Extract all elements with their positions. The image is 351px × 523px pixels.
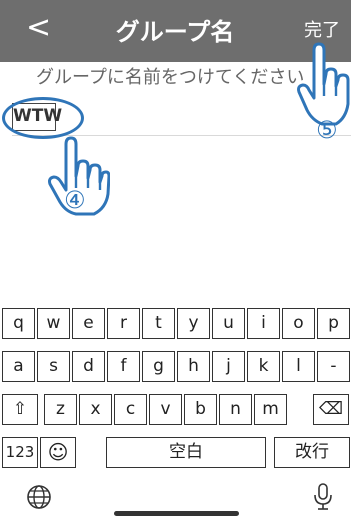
key-g[interactable]: g <box>142 351 175 382</box>
key-t[interactable]: t <box>142 308 175 339</box>
space-key[interactable]: 空白 <box>106 437 266 468</box>
key-d[interactable]: d <box>72 351 105 382</box>
highlight-oval <box>2 97 84 139</box>
done-button[interactable]: 完了 <box>304 18 340 44</box>
home-indicator <box>114 511 239 516</box>
key-r[interactable]: r <box>107 308 140 339</box>
delete-key[interactable]: ⌫ <box>313 394 349 425</box>
back-button[interactable]: < <box>26 8 56 48</box>
key-j[interactable]: j <box>212 351 245 382</box>
key-x[interactable]: x <box>79 394 112 425</box>
emoji-key[interactable]: ☺ <box>40 437 76 468</box>
key-s[interactable]: s <box>37 351 70 382</box>
key-w[interactable]: w <box>37 308 70 339</box>
pointing-hand-icon <box>297 42 350 126</box>
key-e[interactable]: e <box>72 308 105 339</box>
key-q[interactable]: q <box>2 308 35 339</box>
key-v[interactable]: v <box>149 394 182 425</box>
key-a[interactable]: a <box>2 351 35 382</box>
globe-icon[interactable] <box>26 484 52 510</box>
software-keyboard: q w e r t y u i o p a s d f g h j k l - … <box>0 308 351 523</box>
key-z[interactable]: z <box>44 394 77 425</box>
key-p[interactable]: p <box>317 308 350 339</box>
key-o[interactable]: o <box>282 308 315 339</box>
key-f[interactable]: f <box>107 351 140 382</box>
microphone-icon[interactable] <box>312 482 334 512</box>
step-5-badge: ⑤ <box>316 116 338 144</box>
numbers-key[interactable]: 123 <box>2 437 38 468</box>
shift-key[interactable]: ⇧ <box>2 394 38 425</box>
key-c[interactable]: c <box>114 394 147 425</box>
key-h[interactable]: h <box>177 351 210 382</box>
key-b[interactable]: b <box>184 394 217 425</box>
return-key[interactable]: 改行 <box>274 437 350 468</box>
step-4-badge: ④ <box>64 186 86 214</box>
key-i[interactable]: i <box>247 308 280 339</box>
key-n[interactable]: n <box>219 394 252 425</box>
key-m[interactable]: m <box>254 394 287 425</box>
key-l[interactable]: l <box>282 351 315 382</box>
page-title: グループ名 <box>115 18 235 46</box>
key-hyphen[interactable]: - <box>317 351 350 382</box>
name-prompt: グループに名前をつけてください <box>36 67 305 88</box>
key-k[interactable]: k <box>247 351 280 382</box>
key-y[interactable]: y <box>177 308 210 339</box>
key-u[interactable]: u <box>212 308 245 339</box>
